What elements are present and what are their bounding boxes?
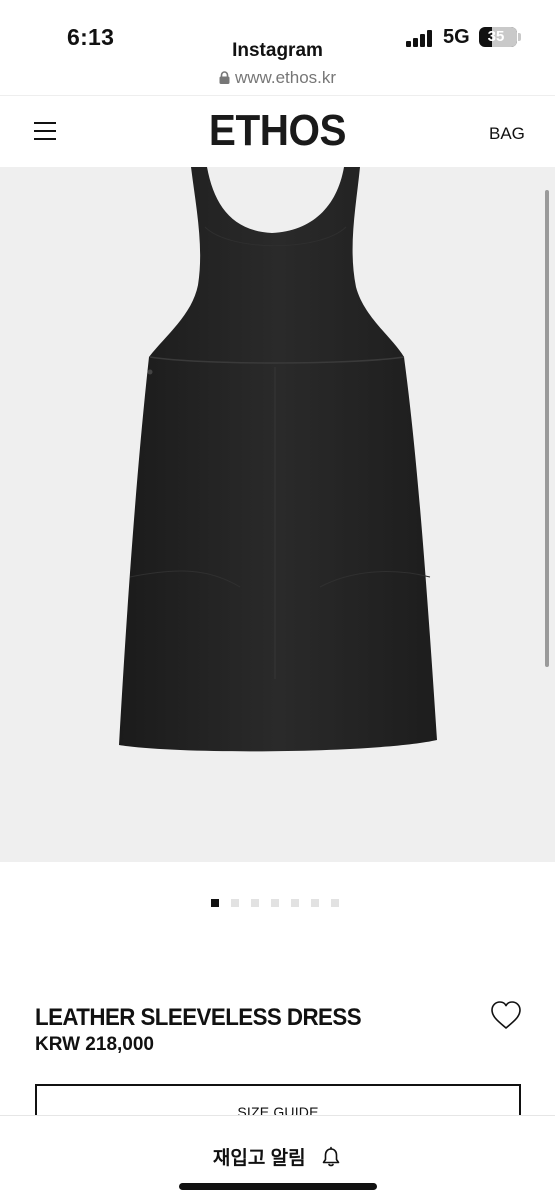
browser-source-app: Instagram bbox=[232, 40, 323, 61]
carousel-dot-5[interactable] bbox=[291, 899, 299, 907]
page-scrollbar[interactable] bbox=[545, 190, 549, 667]
product-price: KRW 218,000 bbox=[35, 1034, 154, 1055]
heart-outline-icon[interactable] bbox=[490, 1000, 522, 1030]
home-indicator bbox=[179, 1183, 377, 1190]
carousel-dot-2[interactable] bbox=[231, 899, 239, 907]
url-text: www.ethos.kr bbox=[234, 68, 337, 87]
battery-percent: 35 bbox=[487, 28, 505, 45]
carousel-dot-1[interactable] bbox=[211, 899, 219, 907]
dress-image bbox=[119, 167, 437, 752]
lock-icon bbox=[219, 71, 230, 84]
carousel-dot-7[interactable] bbox=[331, 899, 339, 907]
bell-icon bbox=[322, 1146, 340, 1166]
site-header: ETHOS BAG bbox=[0, 95, 555, 167]
brand-logo[interactable]: ETHOS bbox=[22, 106, 533, 156]
carousel-dot-3[interactable] bbox=[251, 899, 259, 907]
network-type: 5G bbox=[443, 26, 470, 48]
restock-notify-button[interactable]: 재입고 알림 bbox=[0, 1143, 555, 1170]
battery-tip bbox=[518, 33, 521, 41]
carousel-dot-4[interactable] bbox=[271, 899, 279, 907]
restock-notify-label: 재입고 알림 bbox=[212, 1148, 306, 1169]
battery-icon: 35 bbox=[479, 27, 517, 47]
signal-icon bbox=[406, 29, 434, 47]
address-bar[interactable]: www.ethos.kr bbox=[0, 68, 555, 88]
bottom-action-bar: 재입고 알림 bbox=[0, 1115, 555, 1200]
product-name: LEATHER SLEEVELESS DRESS bbox=[35, 1004, 362, 1031]
bag-link[interactable]: BAG bbox=[489, 124, 525, 144]
status-bar: 6:13 Instagram www.ethos.kr 5G 35 bbox=[0, 0, 555, 95]
product-image[interactable] bbox=[0, 167, 555, 862]
carousel-dot-6[interactable] bbox=[311, 899, 319, 907]
